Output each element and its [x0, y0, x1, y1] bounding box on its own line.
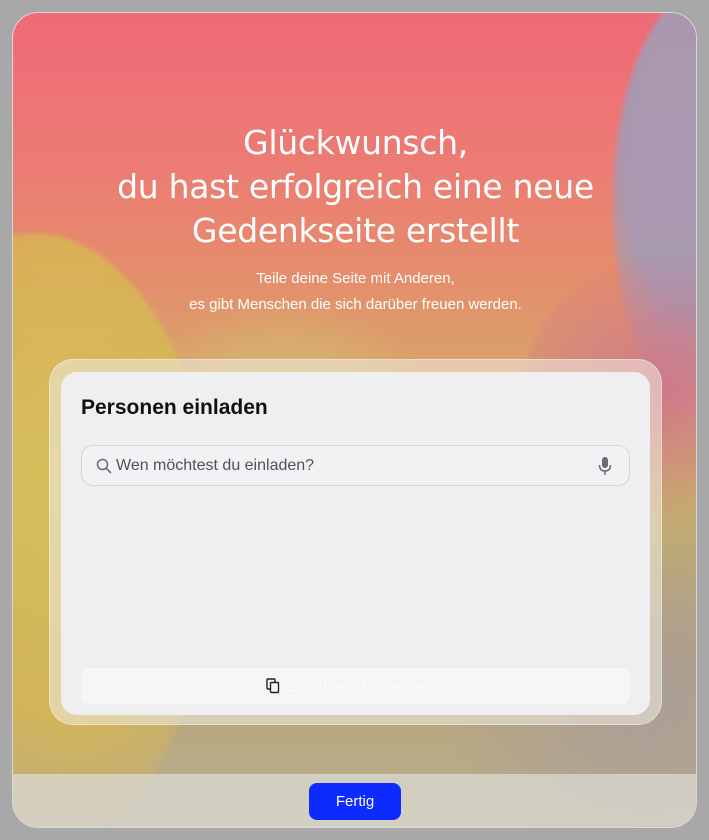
done-button[interactable]: Fertig: [309, 783, 401, 820]
copy-icon: [266, 678, 280, 694]
device-frame: Glückwunsch, du hast erfolgreich eine ne…: [0, 0, 709, 840]
search-icon: [96, 458, 112, 474]
copy-invite-link-button[interactable]: Einladungs-Link kopieren: [81, 668, 630, 704]
app-screen: Glückwunsch, du hast erfolgreich eine ne…: [12, 12, 697, 828]
invite-search-input[interactable]: [116, 446, 586, 485]
invite-title: Personen einladen: [81, 396, 268, 419]
copy-invite-link-label: Einladungs-Link kopieren: [287, 678, 446, 694]
microphone-icon[interactable]: [598, 456, 612, 476]
success-subline: Teile deine Seite mit Anderen, es gibt M…: [189, 270, 522, 313]
invite-search-field[interactable]: [81, 445, 630, 486]
footer-bar: Fertig: [13, 774, 696, 827]
invite-card: Personen einladen Einladungs-: [61, 372, 650, 715]
success-headline: Glückwunsch, du hast erfolgreich eine ne…: [117, 123, 594, 250]
